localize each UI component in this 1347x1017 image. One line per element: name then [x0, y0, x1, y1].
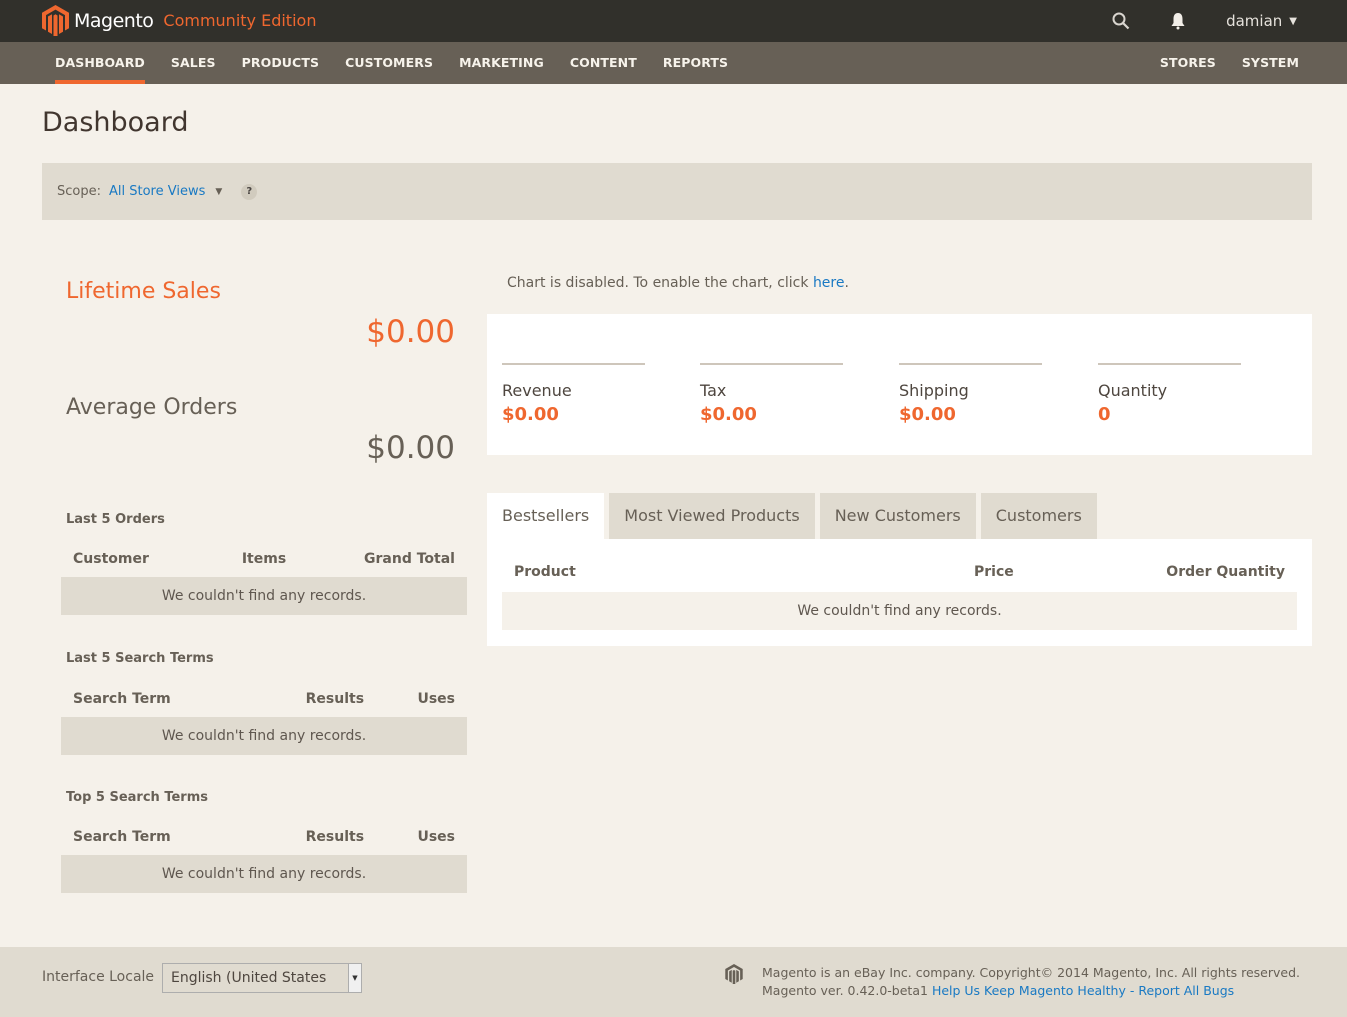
magento-logo[interactable]: Magento Community Edition — [42, 5, 316, 36]
chart-message-suffix: . — [844, 275, 849, 291]
column-header[interactable]: Grand Total — [328, 551, 455, 567]
locale-select[interactable]: English (United States ▼ — [162, 963, 362, 993]
total-label: Revenue — [502, 381, 572, 400]
lifetime-sales-value: $0.00 — [366, 314, 455, 350]
chevron-down-icon: ▼ — [1289, 15, 1297, 27]
total-value: $0.00 — [502, 404, 559, 425]
tab-bestsellers[interactable]: Bestsellers — [487, 493, 605, 539]
bestsellers-grid: Product Price Order Quantity We couldn't… — [487, 539, 1312, 646]
table-header: Search Term Results Uses — [61, 829, 467, 845]
column-header[interactable]: Product — [514, 564, 576, 580]
page-footer: Interface Locale English (United States … — [0, 947, 1347, 1017]
version-text: Magento ver. 0.42.0-beta1 — [762, 983, 928, 998]
table-header: Search Term Results Uses — [61, 691, 467, 707]
nav-stores[interactable]: STORES — [1147, 42, 1229, 84]
nav-products[interactable]: PRODUCTS — [229, 42, 332, 84]
last-search-terms-section: Last 5 Search Terms Search Term Results … — [61, 651, 467, 755]
magento-footer-logo-icon — [725, 964, 743, 988]
section-title: Top 5 Search Terms — [66, 790, 208, 805]
column-header[interactable]: Price — [974, 564, 1014, 580]
tab-new-customers[interactable]: New Customers — [819, 493, 976, 539]
totals-panel: Revenue $0.00 Tax $0.00 Shipping $0.00 Q… — [487, 314, 1312, 455]
scope-dropdown[interactable]: All Store Views — [109, 184, 205, 199]
empty-message: We couldn't find any records. — [61, 577, 467, 615]
average-orders-value: $0.00 — [366, 430, 455, 466]
scope-switcher: Scope: All Store Views ▼ ? — [42, 163, 1312, 220]
top-header: Magento Community Edition damian ▼ — [0, 0, 1347, 42]
tab-customers[interactable]: Customers — [980, 493, 1097, 539]
total-value: $0.00 — [700, 404, 757, 425]
edition-label: Community Edition — [163, 11, 317, 30]
nav-system[interactable]: SYSTEM — [1229, 42, 1312, 84]
locale-label: Interface Locale — [42, 969, 155, 985]
chart-disabled-message: Chart is disabled. To enable the chart, … — [507, 275, 849, 291]
column-header[interactable]: Search Term — [73, 691, 273, 707]
chart-message-text: Chart is disabled. To enable the chart, … — [507, 275, 813, 291]
footer-copyright: Magento is an eBay Inc. company. Copyrig… — [762, 964, 1300, 1000]
lifetime-sales-label: Lifetime Sales — [66, 279, 221, 304]
total-value: 0 — [1098, 404, 1111, 425]
total-quantity: Quantity 0 — [1098, 363, 1241, 425]
top-search-terms-section: Top 5 Search Terms Search Term Results U… — [61, 790, 467, 893]
column-header[interactable]: Order Quantity — [1166, 564, 1285, 580]
nav-content[interactable]: CONTENT — [557, 42, 650, 84]
section-title: Last 5 Orders — [66, 512, 165, 527]
last-orders-section: Last 5 Orders Customer Items Grand Total… — [61, 512, 467, 615]
chevron-down-icon[interactable]: ▼ — [348, 964, 361, 992]
brand-name: Magento — [74, 9, 154, 32]
user-menu[interactable]: damian ▼ — [1226, 12, 1297, 30]
column-header[interactable]: Search Term — [73, 829, 273, 845]
enable-chart-link[interactable]: here — [813, 275, 845, 291]
tab-most-viewed-products[interactable]: Most Viewed Products — [609, 493, 815, 539]
username: damian — [1226, 12, 1283, 30]
table-header: Customer Items Grand Total — [61, 551, 467, 567]
nav-marketing[interactable]: MARKETING — [446, 42, 557, 84]
bell-icon[interactable] — [1170, 12, 1186, 30]
total-shipping: Shipping $0.00 — [899, 363, 1042, 425]
total-tax: Tax $0.00 — [700, 363, 843, 425]
average-orders-label: Average Orders — [66, 395, 238, 420]
column-header[interactable]: Results — [273, 829, 364, 845]
main-nav: DASHBOARD SALES PRODUCTS CUSTOMERS MARKE… — [0, 42, 1347, 84]
empty-message: We couldn't find any records. — [61, 855, 467, 893]
total-value: $0.00 — [899, 404, 956, 425]
copyright-text: Magento is an eBay Inc. company. Copyrig… — [762, 965, 1301, 980]
locale-selected-value: English (United States — [171, 970, 327, 986]
column-header[interactable]: Items — [200, 551, 327, 567]
chevron-down-icon[interactable]: ▼ — [215, 187, 222, 197]
column-header[interactable]: Customer — [73, 551, 200, 567]
empty-message: We couldn't find any records. — [502, 592, 1297, 630]
dashboard-tabs: Bestsellers Most Viewed Products New Cus… — [487, 493, 1102, 539]
magento-logo-icon — [42, 5, 69, 36]
column-header[interactable]: Uses — [364, 829, 455, 845]
nav-sales[interactable]: SALES — [158, 42, 229, 84]
dashboard-content: Lifetime Sales $0.00 Average Orders $0.0… — [42, 220, 1312, 927]
nav-dashboard[interactable]: DASHBOARD — [42, 42, 158, 84]
total-label: Shipping — [899, 381, 969, 400]
total-label: Tax — [700, 381, 727, 400]
total-label: Quantity — [1098, 381, 1168, 400]
report-bugs-link[interactable]: Help Us Keep Magento Healthy - Report Al… — [932, 983, 1234, 998]
nav-reports[interactable]: REPORTS — [650, 42, 741, 84]
help-icon[interactable]: ? — [241, 183, 258, 200]
empty-message: We couldn't find any records. — [61, 717, 467, 755]
nav-customers[interactable]: CUSTOMERS — [332, 42, 446, 84]
column-header[interactable]: Results — [273, 691, 364, 707]
scope-label: Scope: — [57, 184, 101, 199]
search-icon[interactable] — [1112, 12, 1130, 30]
page-title: Dashboard — [42, 107, 189, 138]
total-revenue: Revenue $0.00 — [502, 363, 645, 425]
section-title: Last 5 Search Terms — [66, 651, 214, 666]
column-header[interactable]: Uses — [364, 691, 455, 707]
